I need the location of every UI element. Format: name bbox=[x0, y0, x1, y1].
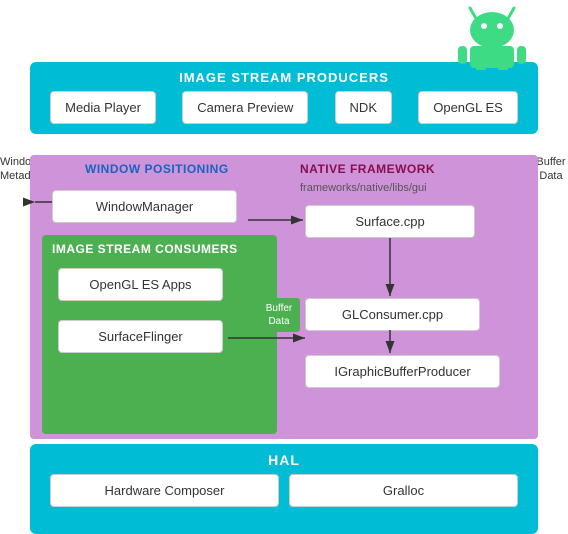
native-framework-label: NATIVE FRAMEWORK bbox=[300, 162, 435, 176]
opengl-es-apps-label: OpenGL ES Apps bbox=[58, 268, 223, 301]
window-positioning-label: WINDOW POSITIONING bbox=[85, 162, 229, 176]
glconsumer-label: GLConsumer.cpp bbox=[305, 298, 480, 331]
igraphic-label: IGraphicBufferProducer bbox=[305, 355, 500, 388]
frameworks-path-label: frameworks/native/libs/gui bbox=[300, 182, 427, 194]
gralloc-box: Gralloc bbox=[289, 474, 518, 507]
surface-cpp-box: Surface.cpp bbox=[305, 205, 475, 238]
image-stream-producers-section: IMAGE STREAM PRODUCERS Media Player Came… bbox=[30, 62, 538, 134]
ndk-box: NDK bbox=[335, 91, 392, 124]
hardware-composer-box: Hardware Composer bbox=[50, 474, 279, 507]
window-manager-label: WindowManager bbox=[52, 190, 237, 223]
buffer-data-right-label: Buffer Data bbox=[534, 155, 568, 184]
camera-preview-box: Camera Preview bbox=[182, 91, 308, 124]
surfaceflinger-label: SurfaceFlinger bbox=[58, 320, 223, 353]
window-manager-box: WindowManager bbox=[52, 190, 237, 223]
surface-cpp-label: Surface.cpp bbox=[305, 205, 475, 238]
image-stream-consumers-title: IMAGE STREAM CONSUMERS bbox=[52, 242, 238, 256]
native-framework-bg bbox=[285, 155, 538, 439]
glconsumer-box: GLConsumer.cpp bbox=[305, 298, 480, 331]
igraphic-box: IGraphicBufferProducer bbox=[305, 355, 500, 388]
surfaceflinger-box: SurfaceFlinger bbox=[58, 320, 223, 353]
opengl-es-apps-box: OpenGL ES Apps bbox=[58, 268, 223, 301]
hal-section: HAL Hardware Composer Gralloc bbox=[30, 444, 538, 534]
hal-title: HAL bbox=[30, 444, 538, 474]
media-player-box: Media Player bbox=[50, 91, 156, 124]
hal-boxes: Hardware Composer Gralloc bbox=[30, 474, 538, 517]
buffer-data-middle-label: Buffer Data bbox=[258, 298, 300, 332]
opengl-es-box: OpenGL ES bbox=[418, 91, 518, 124]
window-metadata-label: Window Metadata bbox=[0, 155, 34, 184]
android-robot bbox=[448, 0, 538, 70]
producers-boxes: Media Player Camera Preview NDK OpenGL E… bbox=[30, 91, 538, 134]
